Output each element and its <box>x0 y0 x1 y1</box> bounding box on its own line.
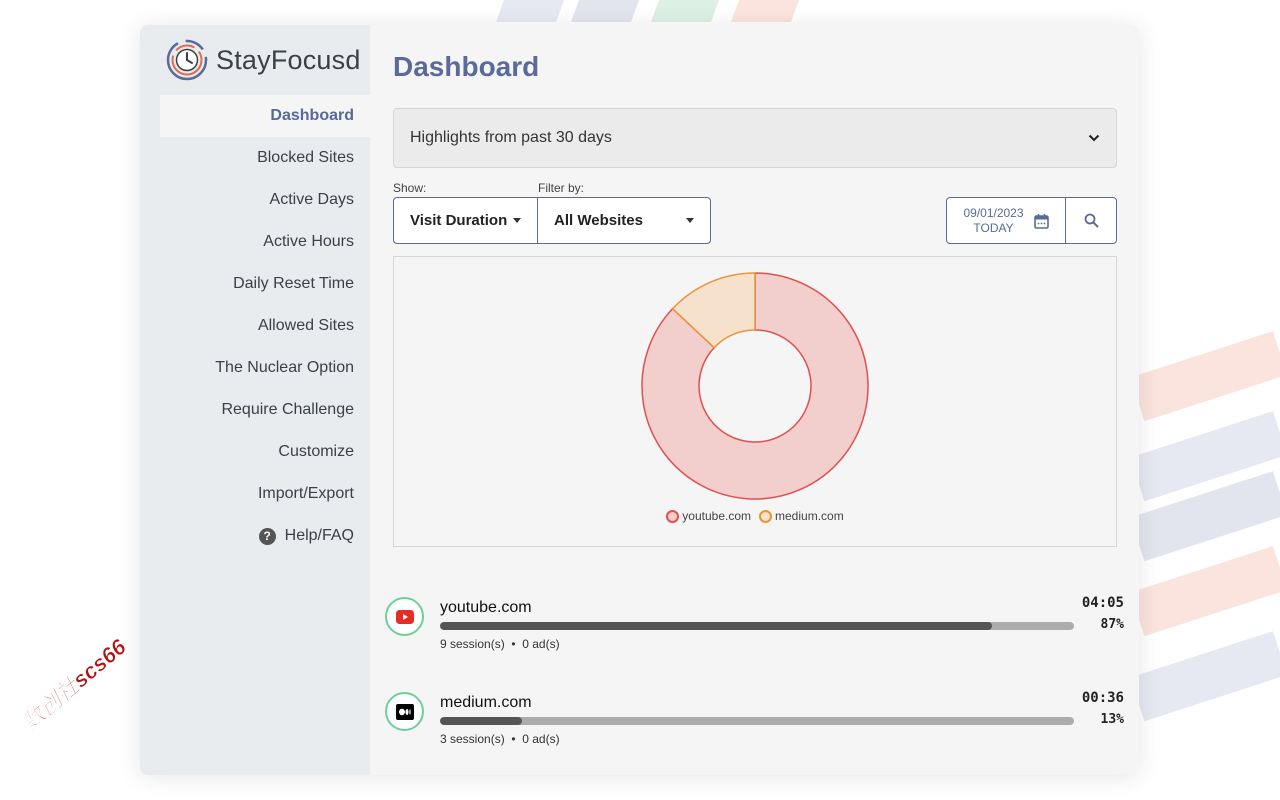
show-label: Show: <box>393 181 427 195</box>
highlights-label: Highlights from past 30 days <box>410 129 612 146</box>
legend-item-youtube[interactable]: youtube.com <box>666 509 751 523</box>
sidebar-item-nuclear-option[interactable]: The Nuclear Option <box>160 347 370 389</box>
youtube-icon <box>385 597 424 636</box>
site-row[interactable]: medium.com 3 session(s) • 0 ad(s) 00:36 … <box>385 690 1124 750</box>
date-picker: 09/01/2023 TODAY <box>946 197 1117 244</box>
ad-count: 0 ad(s) <box>522 732 560 746</box>
site-time: 00:36 <box>1081 690 1124 706</box>
caret-down-icon <box>513 218 521 223</box>
dashboard-controls: Show: Filter by: Visit Duration All Webs… <box>393 168 1117 256</box>
site-percent: 13% <box>1100 712 1124 727</box>
sidebar-item-require-challenge[interactable]: Require Challenge <box>160 389 370 431</box>
highlights-accordion[interactable]: Highlights from past 30 days <box>393 108 1117 168</box>
app-name: StayFocusd <box>216 44 361 75</box>
meta-separator: • <box>511 732 516 746</box>
legend-item-medium[interactable]: medium.com <box>759 509 844 523</box>
bg-stripe <box>1130 546 1280 637</box>
sidebar-item-blocked-sites[interactable]: Blocked Sites <box>160 137 370 179</box>
meta-separator: • <box>511 637 516 651</box>
date-sub: TODAY <box>973 220 1014 235</box>
filter-label: Filter by: <box>538 181 585 195</box>
ad-count: 0 ad(s) <box>522 637 560 651</box>
session-count: 3 session(s) <box>440 732 505 746</box>
medium-icon <box>385 692 424 731</box>
filter-select[interactable]: All Websites <box>537 197 711 244</box>
bg-stripe <box>650 0 720 22</box>
bg-stripe <box>570 0 640 22</box>
page-title: Dashboard <box>393 51 540 82</box>
date-value: 09/01/2023 <box>963 205 1024 220</box>
logo: StayFocusd <box>140 25 370 95</box>
usage-bar-fill <box>440 717 523 725</box>
bg-stripe <box>1130 631 1280 722</box>
bg-stripe <box>1130 331 1280 422</box>
sidebar-item-dashboard[interactable]: Dashboard <box>160 95 370 137</box>
legend-label: youtube.com <box>682 509 752 523</box>
show-select-value: Visit Duration <box>410 212 508 229</box>
site-name: youtube.com <box>440 599 532 616</box>
sidebar-item-import-export[interactable]: Import/Export <box>160 473 370 515</box>
chart-panel: youtube.com medium.com <box>393 256 1117 547</box>
site-name: medium.com <box>440 694 532 711</box>
main-content: Dashboard Highlights from past 30 days S… <box>370 25 1139 775</box>
legend-dot <box>759 509 773 523</box>
sidebar-item-label: Help/FAQ <box>284 527 354 544</box>
question-circle-icon: ? <box>258 527 276 545</box>
bg-stripe <box>495 0 565 22</box>
usage-bar <box>440 717 1074 725</box>
sidebar-item-active-days[interactable]: Active Days <box>160 179 370 221</box>
watermark: 数创社scs66 <box>17 634 131 735</box>
usage-bar <box>440 622 1074 630</box>
sidebar-item-daily-reset-time[interactable]: Daily Reset Time <box>160 263 370 305</box>
usage-bar-fill <box>440 622 992 630</box>
calendar-icon[interactable] <box>1033 213 1049 229</box>
site-row[interactable]: youtube.com 9 session(s) • 0 ad(s) 04:05… <box>385 595 1124 655</box>
date-input[interactable]: 09/01/2023 TODAY <box>947 198 1065 243</box>
search-button[interactable] <box>1065 198 1116 243</box>
app-window: StayFocusd Dashboard Blocked Sites Activ… <box>140 25 1139 775</box>
sidebar-item-help-faq[interactable]: ? Help/FAQ <box>160 515 370 557</box>
legend-dot <box>666 509 680 523</box>
session-count: 9 session(s) <box>440 637 505 651</box>
donut-chart <box>641 272 869 500</box>
sidebar-item-active-hours[interactable]: Active Hours <box>160 221 370 263</box>
sidebar: StayFocusd Dashboard Blocked Sites Activ… <box>140 25 370 775</box>
sidebar-item-allowed-sites[interactable]: Allowed Sites <box>160 305 370 347</box>
show-select[interactable]: Visit Duration <box>393 197 538 244</box>
sidebar-item-customize[interactable]: Customize <box>160 431 370 473</box>
site-time: 04:05 <box>1081 595 1124 611</box>
legend-label: medium.com <box>775 509 844 523</box>
site-meta: 9 session(s) • 0 ad(s) <box>440 637 560 651</box>
site-percent: 87% <box>1100 617 1124 632</box>
sidebar-nav: Dashboard Blocked Sites Active Days Acti… <box>140 95 370 557</box>
chart-legend: youtube.com medium.com <box>394 509 1116 523</box>
search-icon <box>1084 213 1098 228</box>
bg-stripe <box>730 0 800 22</box>
caret-down-icon <box>686 218 694 223</box>
site-meta: 3 session(s) • 0 ad(s) <box>440 732 560 746</box>
filter-select-value: All Websites <box>554 212 643 229</box>
clock-logo-icon <box>166 39 208 81</box>
chevron-down-icon <box>1088 134 1100 142</box>
